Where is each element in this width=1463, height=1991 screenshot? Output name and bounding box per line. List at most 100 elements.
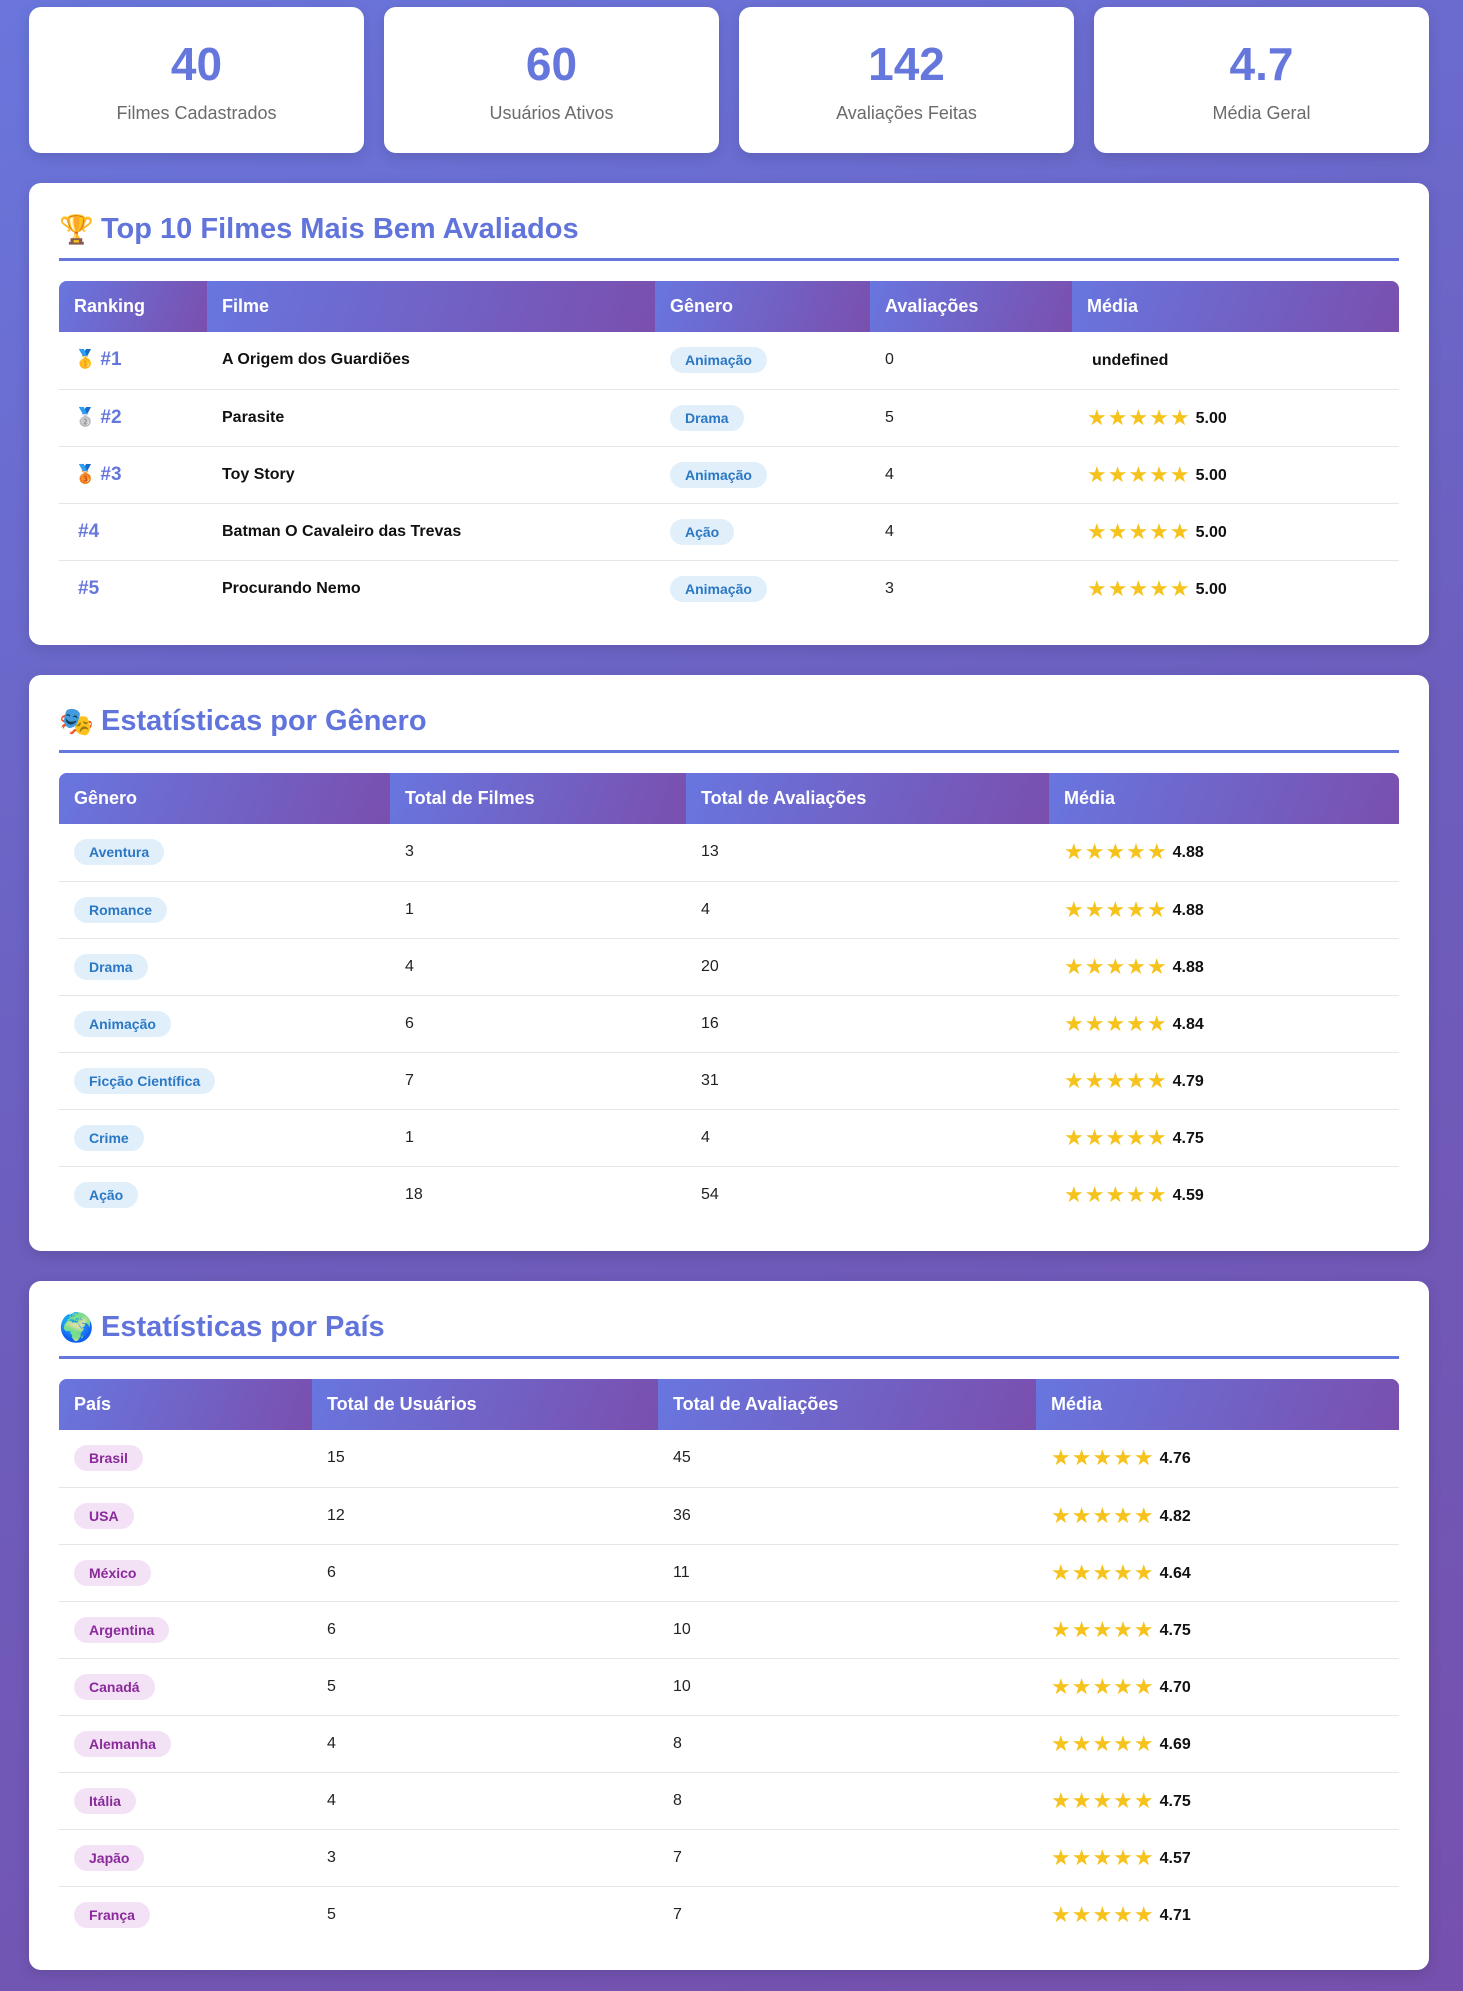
films-cell: 18 xyxy=(390,1166,686,1223)
users-cell: 5 xyxy=(312,1886,658,1943)
average-cell: ★★★★★ 4.76 xyxy=(1036,1430,1399,1488)
panel-title-text: Estatísticas por País xyxy=(101,1311,385,1343)
rank-label: #4 xyxy=(78,520,100,542)
average-value: 4.88 xyxy=(1172,901,1204,919)
film-title: Procurando Nemo xyxy=(222,579,361,597)
users-total: 4 xyxy=(327,1734,336,1752)
table-row[interactable]: 🥈 #2 Parasite Drama 5 ★★★★★ 5.00 xyxy=(59,389,1399,447)
ratings-cell: 8 xyxy=(658,1772,1036,1830)
users-total: 12 xyxy=(327,1506,345,1524)
average-value: 4.75 xyxy=(1159,1621,1191,1639)
country-badge: Alemanha xyxy=(74,1730,171,1757)
genre-stats-panel: 🎭 Estatísticas por Gênero Gênero Total d… xyxy=(29,675,1429,1251)
globe-icon: 🌍 xyxy=(59,1312,94,1343)
film-cell: Batman O Cavaleiro das Trevas xyxy=(207,503,655,561)
table-row[interactable]: #5 Procurando Nemo Animação 3 ★★★★★ 5.00 xyxy=(59,560,1399,617)
film-title: Batman O Cavaleiro das Trevas xyxy=(222,522,462,540)
genre-cell: Animação xyxy=(655,332,870,390)
users-cell: 4 xyxy=(312,1715,658,1773)
dashboard: 40 Filmes Cadastrados 60 Usuários Ativos… xyxy=(29,7,1429,1970)
average-cell: ★★★★★ 5.00 xyxy=(1072,446,1399,504)
film-cell: Toy Story xyxy=(207,446,655,504)
average-value: 4.71 xyxy=(1159,1906,1191,1924)
column-header[interactable]: Média xyxy=(1036,1379,1399,1430)
table-row[interactable]: 🥉 #3 Toy Story Animação 4 ★★★★★ 5.00 xyxy=(59,446,1399,504)
column-header[interactable]: Total de Avaliações xyxy=(658,1379,1036,1430)
column-header[interactable]: Ranking xyxy=(59,281,207,332)
average-value: 4.75 xyxy=(1159,1792,1191,1810)
table-row[interactable]: Ficção Científica 7 31 ★★★★★ 4.79 xyxy=(59,1052,1399,1110)
star-rating-icon: ★★★★★ xyxy=(1051,1901,1155,1927)
column-header[interactable]: Avaliações xyxy=(870,281,1072,332)
average-value: 4.84 xyxy=(1172,1015,1204,1033)
average-cell: ★★★★★ 4.88 xyxy=(1049,824,1399,882)
table-row[interactable]: Itália 4 8 ★★★★★ 4.75 xyxy=(59,1772,1399,1830)
column-header[interactable]: Gênero xyxy=(59,773,390,824)
users-cell: 15 xyxy=(312,1430,658,1488)
star-rating-icon: ★★★★★ xyxy=(1051,1844,1155,1870)
column-header[interactable]: Total de Usuários xyxy=(312,1379,658,1430)
column-header[interactable]: Média xyxy=(1072,281,1399,332)
table-row[interactable]: Ação 18 54 ★★★★★ 4.59 xyxy=(59,1166,1399,1223)
ratings-total: 20 xyxy=(701,957,719,975)
table-row[interactable]: Japão 3 7 ★★★★★ 4.57 xyxy=(59,1829,1399,1887)
average-cell: ★★★★★ 4.82 xyxy=(1036,1487,1399,1545)
column-header[interactable]: Total de Avaliações xyxy=(686,773,1049,824)
table-row[interactable]: França 5 7 ★★★★★ 4.71 xyxy=(59,1886,1399,1943)
table-row[interactable]: 🥇 #1 A Origem dos Guardiões Animação 0 undefi… xyxy=(59,332,1399,390)
ranking-cell: #5 xyxy=(59,560,207,617)
genre-badge: Aventura xyxy=(74,839,165,866)
star-rating-icon: ★★★★★ xyxy=(1051,1445,1155,1471)
top-films-table: Ranking Filme Gênero Avaliações Média 🥇 #… xyxy=(59,281,1399,617)
average-cell: undefined xyxy=(1072,332,1399,390)
users-total: 6 xyxy=(327,1563,336,1581)
table-row[interactable]: Alemanha 4 8 ★★★★★ 4.69 xyxy=(59,1715,1399,1773)
table-row[interactable]: Crime 1 4 ★★★★★ 4.75 xyxy=(59,1109,1399,1167)
stat-value: 4.7 xyxy=(1229,37,1294,90)
table-row[interactable]: Romance 1 4 ★★★★★ 4.88 xyxy=(59,881,1399,939)
table-row[interactable]: Brasil 15 45 ★★★★★ 4.76 xyxy=(59,1430,1399,1488)
film-title: Parasite xyxy=(222,408,285,426)
country-cell: Itália xyxy=(59,1772,312,1830)
table-row[interactable]: México 6 11 ★★★★★ 4.64 xyxy=(59,1544,1399,1602)
ratings-total: 16 xyxy=(701,1014,719,1032)
average-value: 4.76 xyxy=(1159,1450,1191,1468)
column-header[interactable]: Filme xyxy=(207,281,655,332)
average-cell: ★★★★★ 5.00 xyxy=(1072,560,1399,617)
films-total: 18 xyxy=(405,1185,423,1203)
users-total: 6 xyxy=(327,1620,336,1638)
ranking-cell: 🥉 #3 xyxy=(59,446,207,504)
table-row[interactable]: USA 12 36 ★★★★★ 4.82 xyxy=(59,1487,1399,1545)
genre-stats-table: Gênero Total de Filmes Total de Avaliaçõ… xyxy=(59,773,1399,1223)
column-header[interactable]: País xyxy=(59,1379,312,1430)
column-header[interactable]: Gênero xyxy=(655,281,870,332)
rank-label: #3 xyxy=(100,463,122,485)
stat-label: Média Geral xyxy=(1212,102,1311,123)
panel-title: 🏆 Top 10 Filmes Mais Bem Avaliados xyxy=(59,213,1399,261)
column-header[interactable]: Média xyxy=(1049,773,1399,824)
average-cell: ★★★★★ 4.75 xyxy=(1049,1109,1399,1167)
genre-cell: Aventura xyxy=(59,824,390,882)
country-stats-panel: 🌍 Estatísticas por País País Total de Us… xyxy=(29,1281,1429,1970)
users-cell: 5 xyxy=(312,1658,658,1716)
ratings-cell: 3 xyxy=(870,560,1072,617)
table-row[interactable]: #4 Batman O Cavaleiro das Trevas Ação 4 ★★★★… xyxy=(59,503,1399,561)
users-total: 15 xyxy=(327,1449,345,1467)
ratings-total: 54 xyxy=(701,1185,719,1203)
average-value: 5.00 xyxy=(1195,466,1227,484)
table-row[interactable]: Aventura 3 13 ★★★★★ 4.88 xyxy=(59,824,1399,882)
table-row[interactable]: Canadá 5 10 ★★★★★ 4.70 xyxy=(59,1658,1399,1716)
table-row[interactable]: Argentina 6 10 ★★★★★ 4.75 xyxy=(59,1601,1399,1659)
ratings-cell: 54 xyxy=(686,1166,1049,1223)
column-header[interactable]: Total de Filmes xyxy=(390,773,686,824)
star-rating-icon: ★★★★★ xyxy=(1064,1010,1168,1036)
average-cell: ★★★★★ 4.84 xyxy=(1049,995,1399,1053)
average-value: 4.82 xyxy=(1159,1507,1191,1525)
table-row[interactable]: Drama 4 20 ★★★★★ 4.88 xyxy=(59,938,1399,996)
table-row[interactable]: Animação 6 16 ★★★★★ 4.84 xyxy=(59,995,1399,1053)
ratings-total: 45 xyxy=(673,1449,691,1467)
country-badge: Argentina xyxy=(74,1616,170,1643)
panel-title: 🌍 Estatísticas por País xyxy=(59,1311,1399,1359)
ratings-cell: 13 xyxy=(686,824,1049,882)
average-cell: ★★★★★ 4.64 xyxy=(1036,1544,1399,1602)
